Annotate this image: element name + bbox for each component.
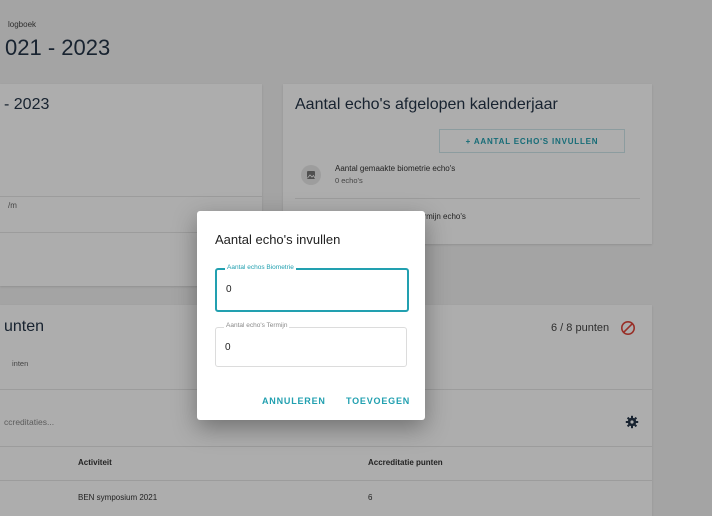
biometrie-field-label: Aantal echos Biometrie <box>225 264 296 271</box>
add-button[interactable]: TOEVOEGEN <box>346 396 410 406</box>
termijn-field[interactable]: Aantal echo's Termijn 0 <box>215 322 407 367</box>
echo-input-dialog: Aantal echo's invullen Aantal echos Biom… <box>197 211 425 420</box>
termijn-field-value: 0 <box>225 342 231 353</box>
biometrie-field-value: 0 <box>226 284 232 295</box>
cancel-button[interactable]: ANNULEREN <box>262 396 326 406</box>
dialog-title: Aantal echo's invullen <box>215 232 341 247</box>
termijn-field-label: Aantal echo's Termijn <box>224 322 290 329</box>
biometrie-field[interactable]: Aantal echos Biometrie 0 <box>215 264 409 312</box>
